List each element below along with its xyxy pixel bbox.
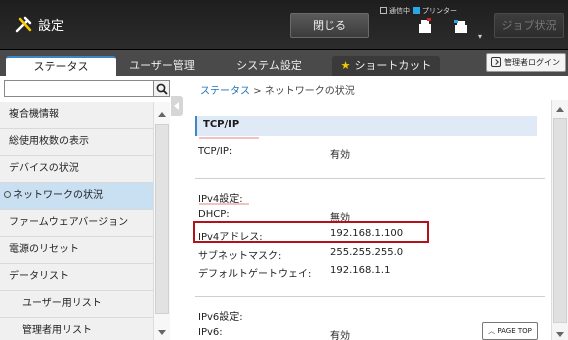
top-header: 設定 閉じる 通信中 プリンター ▾ ジョブ状況 (0, 0, 568, 50)
comm-indicator-icon (380, 7, 387, 14)
app-title: 設定 (38, 19, 65, 34)
search-button[interactable] (154, 80, 170, 97)
section-header-tcpip: TCP/IP (195, 116, 537, 136)
subnet-mask-value: 255.255.255.0 (330, 247, 404, 258)
sidebar-item-firmware-version[interactable]: ファームウェアバージョン (0, 210, 153, 237)
scroll-up-icon[interactable] (556, 107, 564, 112)
ipv4-underline (199, 203, 249, 205)
copier-icon (419, 18, 431, 33)
breadcrumb: ステータス > ネットワークの状況 (200, 82, 355, 97)
sidebar-item-power-reset[interactable]: 電源のリセット (0, 237, 153, 264)
network-status-panel: TCP/IP TCP/IP: 有効 IPv4設定: DHCP: 無効 IPv4ア… (190, 100, 550, 340)
admin-login-button[interactable]: 管理者ログイン (486, 53, 566, 72)
tab-shortcut[interactable]: ★ ショートカット (332, 56, 440, 76)
dhcp-label: DHCP: (198, 209, 230, 220)
scroll-thumb[interactable] (155, 124, 169, 314)
comm-label: 通信中 (389, 7, 410, 15)
device-status-area[interactable]: 通信中 プリンター ▾ (380, 4, 488, 44)
job-status-button[interactable]: ジョブ状況 (494, 13, 564, 38)
printer-label: プリンター (422, 7, 457, 15)
breadcrumb-status-link[interactable]: ステータス (200, 86, 250, 97)
star-icon: ★ (340, 59, 351, 72)
default-gateway-value: 192.168.1.1 (330, 265, 391, 276)
subnet-mask-label: サブネットマスク: (198, 251, 282, 262)
tab-user-management[interactable]: ユーザー管理 (118, 56, 206, 76)
settings-tools-icon (15, 16, 32, 33)
collapse-sidebar-icon[interactable] (171, 96, 183, 116)
tcpip-value: 有効 (330, 150, 350, 161)
divider (195, 296, 545, 297)
close-button[interactable]: 閉じる (290, 13, 369, 38)
sidebar-item-user-list[interactable]: ユーザー用リスト (0, 291, 153, 318)
main-scrollbar[interactable] (551, 100, 568, 340)
sidebar-item-machine-info[interactable]: 複合機情報 (0, 102, 153, 129)
scroll-thumb[interactable] (553, 118, 567, 323)
section-underline (199, 137, 259, 139)
search-input[interactable] (4, 80, 154, 97)
ipv6-heading: IPv6設定: (198, 312, 243, 323)
scroll-down-icon[interactable] (556, 332, 564, 337)
chevron-down-icon: ▾ (478, 32, 483, 41)
divider (195, 178, 545, 179)
sidebar-item-data-list[interactable]: データリスト (0, 264, 153, 291)
sidebar-item-label: ネットワークの状況 (13, 190, 103, 201)
ipv6-value: 有効 (330, 331, 350, 340)
section-title: TCP/IP (203, 119, 240, 130)
breadcrumb-current: ネットワークの状況 (264, 86, 355, 97)
sidebar-item-network-status[interactable]: ネットワークの状況 (0, 183, 153, 210)
sidebar-menu: 複合機情報 総使用枚数の表示 デバイスの状況 ネットワークの状況 ファームウェア… (0, 102, 153, 340)
login-icon (491, 57, 501, 67)
admin-login-label: 管理者ログイン (504, 58, 560, 67)
sidebar-item-device-status[interactable]: デバイスの状況 (0, 156, 153, 183)
tab-status[interactable]: ステータス (6, 56, 116, 76)
page-top-label: PAGE TOP (497, 327, 532, 335)
page-top-button[interactable]: ︿ PAGE TOP (482, 322, 538, 340)
search-icon (156, 83, 168, 95)
tab-bar: ステータス ユーザー管理 システム設定 ★ ショートカット 管理者ログイン (0, 50, 568, 76)
tcpip-label: TCP/IP: (198, 146, 233, 157)
sidebar-item-total-count[interactable]: 総使用枚数の表示 (0, 129, 153, 156)
printer-icon (454, 20, 467, 33)
tab-shortcut-label: ショートカット (354, 59, 432, 72)
status-labels: 通信中 プリンター (380, 6, 457, 16)
sidebar-item-admin-list[interactable]: 管理者用リスト (0, 318, 153, 340)
selected-circle-icon (4, 191, 11, 198)
chevron-up-icon: ︿ (488, 327, 496, 335)
scroll-up-icon[interactable] (158, 112, 166, 117)
default-gateway-label: デフォルトゲートウェイ: (198, 269, 312, 280)
ipv4-address-highlight (193, 221, 429, 243)
sidebar-scrollbar[interactable] (153, 102, 170, 340)
tab-system-settings[interactable]: システム設定 (210, 56, 328, 76)
scroll-down-icon[interactable] (158, 330, 166, 335)
breadcrumb-separator: > (253, 86, 262, 97)
ipv6-label: IPv6: (198, 327, 223, 338)
printer-indicator-icon (413, 7, 420, 14)
